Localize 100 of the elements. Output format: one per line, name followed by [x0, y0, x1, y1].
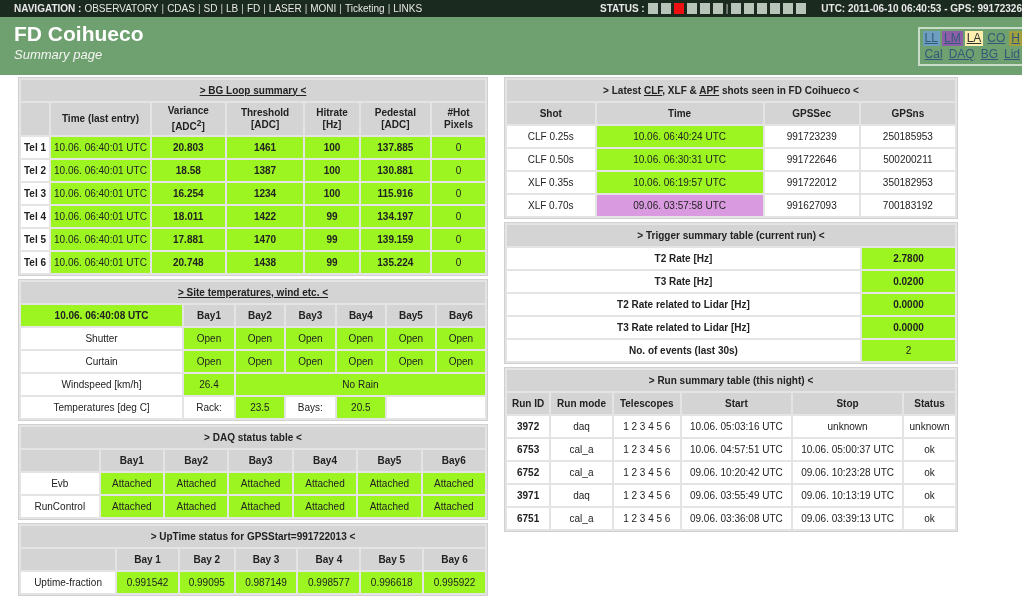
table-cell: 130.881 — [360, 160, 431, 182]
table-cell: 20.748 — [151, 252, 225, 274]
table-cell: Attached — [100, 496, 163, 518]
table-cell: Attached — [229, 473, 292, 495]
column-header: Bay2 — [235, 305, 284, 327]
table-cell: 99 — [305, 252, 359, 274]
nav-link[interactable]: LB — [226, 3, 239, 14]
nav-link[interactable]: Ticketing — [344, 3, 385, 14]
status-indicator[interactable] — [660, 3, 671, 14]
column-header: Bay5 — [358, 450, 421, 472]
table-title: > Trigger summary table (current run) < — [507, 225, 955, 246]
table-cell: 0.998577 — [298, 572, 360, 594]
table-cell: RunControl — [21, 496, 99, 518]
table-cell: T3 Rate [Hz] — [507, 271, 860, 292]
column-header: 10.06. 06:40:08 UTC — [21, 305, 183, 327]
table-cell: Rack: — [184, 397, 234, 419]
nav-link[interactable]: FD — [246, 3, 261, 14]
status-indicator[interactable] — [647, 3, 658, 14]
table-cell: 350182953 — [860, 172, 955, 193]
column-header: GPSns — [860, 103, 955, 124]
table-cell: Open — [235, 351, 284, 373]
nav-link[interactable]: SD — [203, 3, 218, 14]
column-header: Telescopes — [613, 393, 680, 414]
table-cell: Open — [436, 351, 485, 373]
column-header: Bay4 — [336, 305, 385, 327]
status-indicator[interactable] — [699, 3, 710, 14]
column-header: Bay 2 — [179, 549, 234, 571]
nav-link[interactable]: OBSERVATORY — [84, 3, 159, 14]
title-link[interactable]: > Site temperatures, wind etc. < — [177, 286, 329, 298]
table-cell: Open — [386, 328, 435, 350]
column-header: Bay1 — [100, 450, 163, 472]
table-cell: 09.06. 10:20:42 UTC — [681, 462, 791, 483]
table-cell: Shutter — [21, 328, 183, 350]
table-cell: 3972 — [507, 416, 550, 437]
table-cell: Open — [336, 328, 385, 350]
table-cell: 0.0200 — [861, 271, 955, 292]
table-cell: cal_a — [551, 439, 612, 460]
table-title: > UpTime status for GPSStart=991722013 < — [21, 526, 485, 548]
table-cell: Attached — [293, 496, 357, 518]
table-cell: 1 2 3 4 5 6 — [613, 462, 680, 483]
title-link[interactable]: APF — [699, 84, 720, 96]
table-cell: 100 — [305, 160, 359, 182]
table-cell: 6751 — [507, 508, 550, 529]
table-cell: cal_a — [551, 462, 612, 483]
column-header: Bay 5 — [361, 549, 423, 571]
table-cell: 991722012 — [764, 172, 859, 193]
table-title: > Run summary table (this night) < — [507, 370, 955, 391]
nav-link[interactable]: LINKS — [393, 3, 423, 14]
column-header: Bay6 — [436, 305, 485, 327]
status-indicator[interactable] — [712, 3, 723, 14]
table-cell: cal_a — [551, 508, 612, 529]
table-cell: 0 — [432, 206, 485, 228]
table-cell: 0.996618 — [361, 572, 423, 594]
table-cell: Attached — [100, 473, 163, 495]
table-cell: Windspeed [km/h] — [21, 374, 183, 396]
table-cell: 23.5 — [235, 397, 284, 419]
table-cell: Open — [184, 328, 234, 350]
status-indicator[interactable] — [731, 3, 742, 14]
table-cell: 500200211 — [860, 149, 955, 170]
status-indicator[interactable] — [757, 3, 768, 14]
table-cell: 1 2 3 4 5 6 — [613, 485, 680, 506]
table-cell: 09.06. 10:23:28 UTC — [792, 462, 903, 483]
column-header: Bay3 — [285, 305, 335, 327]
status-indicator[interactable] — [686, 3, 697, 14]
table-cell: 10.06. 06:40:01 UTC — [51, 137, 150, 159]
table-cell: 1470 — [226, 229, 304, 251]
separator: | — [263, 3, 266, 14]
table-cell: CLF 0.50s — [507, 149, 595, 170]
column-header: Status — [904, 393, 955, 414]
site-link[interactable]: LA — [964, 31, 984, 46]
table-cell: 1 2 3 4 5 6 — [613, 508, 680, 529]
status-indicator[interactable] — [744, 3, 755, 14]
table-cell: Open — [285, 351, 335, 373]
nav-link[interactable]: LASER — [268, 3, 302, 14]
title-link[interactable]: > BG Loop summary < — [199, 84, 307, 96]
table-cell: 10.06. 05:03:16 UTC — [681, 416, 791, 437]
table-cell: 09.06. 10:13:19 UTC — [792, 485, 903, 506]
column-header: Bay2 — [165, 450, 228, 472]
table-cell: 100 — [305, 137, 359, 159]
table-cell: 18.58 — [151, 160, 225, 182]
table-cell: Evb — [21, 473, 99, 495]
table-cell: 0.0000 — [861, 294, 955, 315]
nav-link[interactable]: MONI — [310, 3, 337, 14]
nav-link[interactable]: CDAS — [167, 3, 195, 14]
table-cell: 09.06. 03:39:13 UTC — [792, 508, 903, 529]
table-cell: 10.06. 05:00:37 UTC — [792, 439, 903, 460]
table-cell: 10.06. 06:40:01 UTC — [51, 206, 150, 228]
separator: | — [241, 3, 244, 14]
table-cell: 0.995922 — [424, 572, 485, 594]
status-indicator[interactable] — [783, 3, 794, 14]
table-cell: 2 — [861, 340, 955, 361]
table-cell: daq — [551, 485, 612, 506]
status-indicator[interactable] — [796, 3, 807, 14]
table-cell: 0 — [432, 229, 485, 251]
status-indicator[interactable] — [770, 3, 781, 14]
table-cell: 10.06. 06:40:01 UTC — [51, 160, 150, 182]
table-cell: 115.916 — [360, 183, 431, 205]
table-cell: Tel 5 — [21, 229, 50, 251]
table-cell: 135.224 — [360, 252, 431, 274]
table-cell: 18.011 — [151, 206, 225, 228]
